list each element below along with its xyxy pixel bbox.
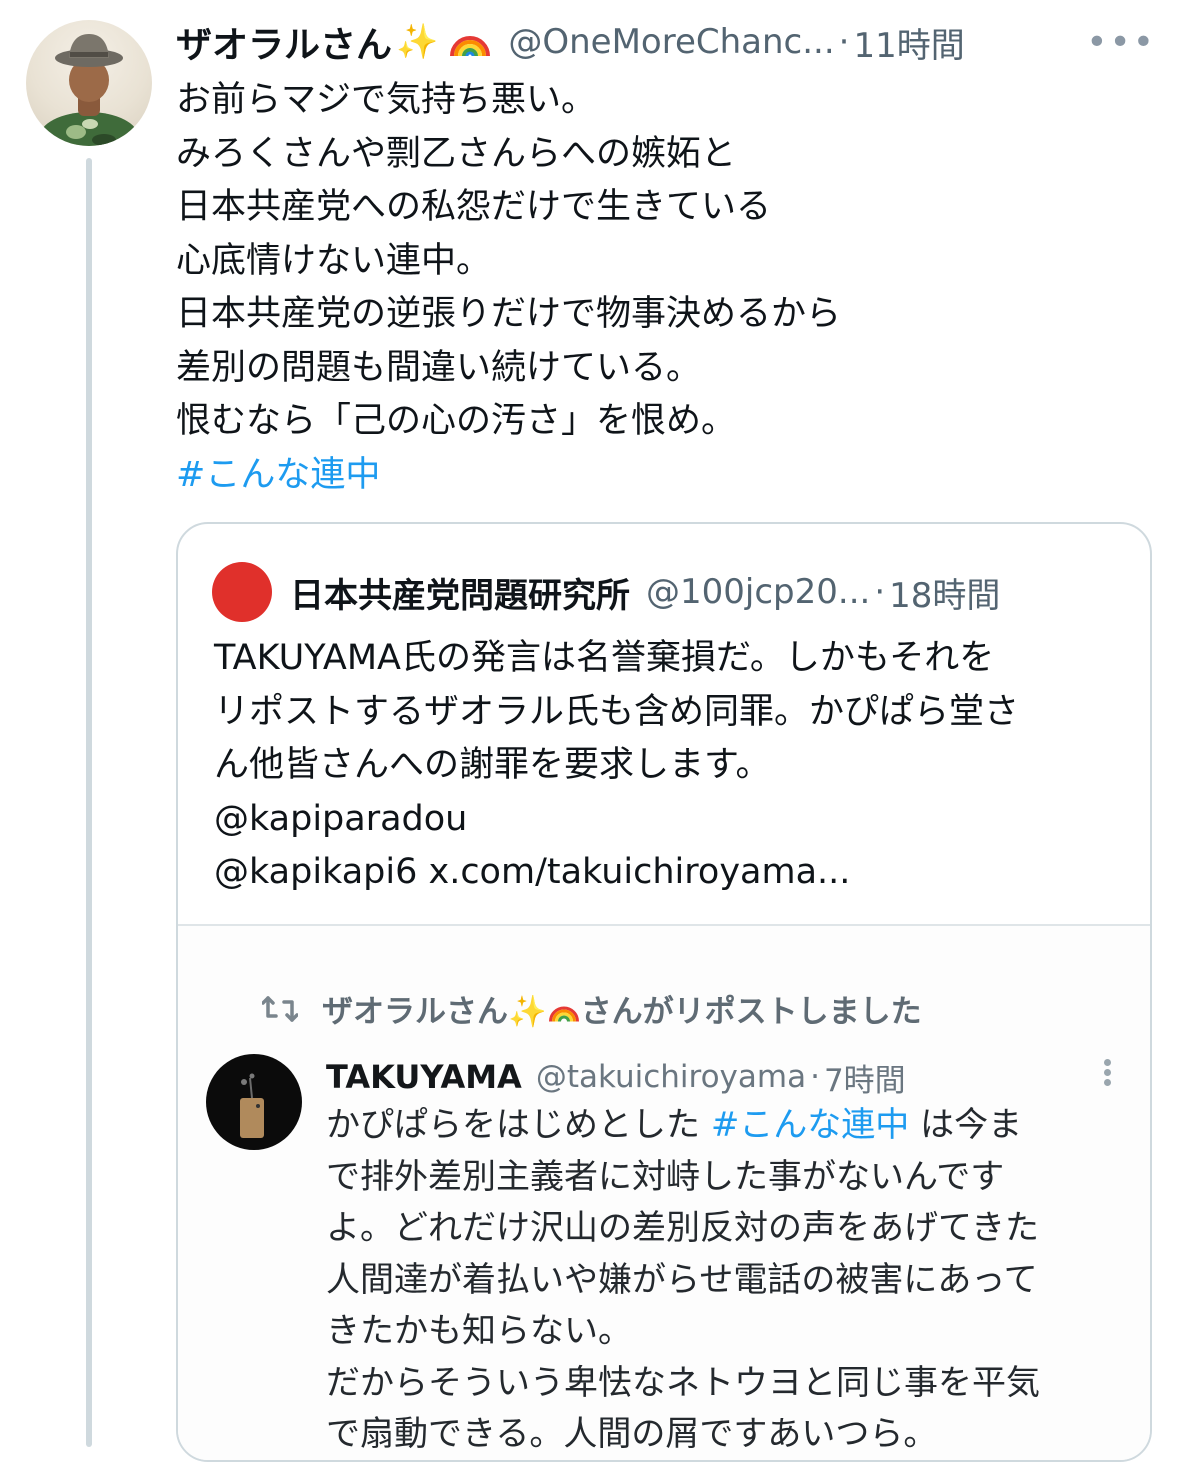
inner-handle[interactable]: @takuichiroyama — [536, 1059, 806, 1095]
quote-tweet-card[interactable]: 日本共産党問題研究所 @100jcp20... · 18時間 TAKUYAMA氏… — [176, 522, 1152, 1462]
tweet-text-line: 差別の問題も間違い続けている。 — [176, 347, 702, 388]
inner-text-line: で排外差別主義者に対峙した事がないんです — [326, 1156, 1005, 1197]
hashtag-link[interactable]: #こんな連中 — [176, 449, 1156, 503]
inner-text-line: 人間達が着払いや嫌がらせ電話の被害にあって — [326, 1259, 1038, 1300]
quote-display-name[interactable]: 日本共産党問題研究所 — [290, 568, 630, 617]
tweet-text-line: 日本共産党の逆張りだけで物事決めるから — [176, 294, 842, 334]
repost-icon — [262, 995, 298, 1022]
handle[interactable]: @OneMoreChanc... — [508, 22, 834, 62]
quote-text-line: ん他皆さんへの謝罪を要求します。 — [214, 745, 771, 785]
separator-dot: · — [874, 572, 886, 612]
display-name[interactable]: ザオラルさん — [176, 16, 392, 68]
inner-avatar-image — [240, 1073, 264, 1138]
inner-display-name[interactable]: TAKUYAMA — [326, 1058, 522, 1096]
quote-text: TAKUYAMA氏の発言は名誉棄損だ。しかもそれを リポストするザオラル氏も含め… — [214, 632, 1124, 900]
quote-timestamp[interactable]: 18時間 — [889, 568, 1000, 617]
tweet-text-line: みろくさんや剽乙さんらへの嫉妬と — [176, 133, 737, 174]
quote-handle[interactable]: @100jcp20... — [646, 572, 870, 612]
sparkle-emoji-icon: ✨ — [396, 22, 439, 62]
tweet-text-line: お前らマジで気持ち悪い。 — [176, 80, 597, 120]
rainbow-emoji-icon — [448, 22, 492, 62]
inner-text-line: だからそういう卑怯なネトウヨと同じ事を平気 — [326, 1362, 1040, 1403]
tweet-header: ザオラルさん ✨ @OneMoreChanc... · 11時間 ••• — [176, 14, 1156, 70]
inner-text-line: きたかも知らない。 — [326, 1311, 632, 1351]
quote-text-line: TAKUYAMA氏の発言は名誉棄損だ。しかもそれを — [214, 638, 995, 678]
quote-avatar[interactable] — [212, 562, 272, 622]
quote-header: 日本共産党問題研究所 @100jcp20... · 18時間 — [212, 562, 1132, 622]
inner-text-line: かぴぱらをはじめとした #こんな連中 は今ま — [326, 1105, 1023, 1145]
more-horizontal-icon[interactable]: ••• — [1086, 22, 1156, 63]
avatar[interactable] — [26, 20, 152, 146]
tweet-text-line: 日本共産党への私怨だけで生きている — [176, 187, 772, 227]
quote-text-line: @kapiparadou — [214, 798, 468, 839]
timestamp[interactable]: 11時間 — [853, 18, 964, 67]
inner-avatar[interactable] — [206, 1054, 302, 1150]
tweet-text-line: 心底情けない連中。 — [176, 240, 492, 281]
inner-text: かぴぱらをはじめとした #こんな連中 は今ま で排外差別主義者に対峙した事がない… — [326, 1100, 1136, 1460]
embedded-screenshot[interactable]: ザオラルさん✨ さんがリポストしました TAKUYAMA @takuichiroy… — [178, 924, 1150, 1460]
tweet-text: お前らマジで気持ち悪い。 みろくさんや剽乙さんらへの嫉妬と 日本共産党への私怨だ… — [176, 74, 1156, 502]
separator-dot: · — [810, 1059, 820, 1095]
repost-notice: ザオラルさん✨ さんがリポストしました — [262, 986, 922, 1031]
rainbow-emoji-icon — [547, 996, 581, 1024]
hashtag-link[interactable]: #こんな連中 — [711, 1105, 910, 1145]
avatar-figure-image — [39, 34, 139, 146]
inner-timestamp[interactable]: 7時間 — [824, 1055, 906, 1100]
inner-text-line: よ。どれだけ沢山の差別反対の声をあげてきた — [326, 1208, 1039, 1248]
separator-dot: · — [838, 22, 850, 62]
tweet[interactable]: ザオラルさん ✨ @OneMoreChanc... · 11時間 ••• お前ら… — [0, 0, 1179, 1462]
inner-text-line: で扇動できる。人間の屑ですあいつら。 — [326, 1414, 938, 1454]
tweet-text-line: 恨むなら「己の心の汚さ」を恨め。 — [176, 401, 737, 441]
more-vertical-icon[interactable] — [1104, 1056, 1116, 1089]
thread-line — [86, 158, 92, 1447]
quote-text-line: @kapikapi6 x.com/takuichiroyama... — [214, 852, 851, 892]
quote-text-line: リポストするザオラル氏も含め同罪。かぴぱら堂さ — [214, 691, 1020, 732]
sparkle-emoji-icon: ✨ — [508, 994, 547, 1030]
repost-text: ザオラルさん✨ さんがリポストしました — [322, 994, 922, 1030]
inner-header: TAKUYAMA @takuichiroyama · 7時間 — [326, 1054, 1116, 1100]
